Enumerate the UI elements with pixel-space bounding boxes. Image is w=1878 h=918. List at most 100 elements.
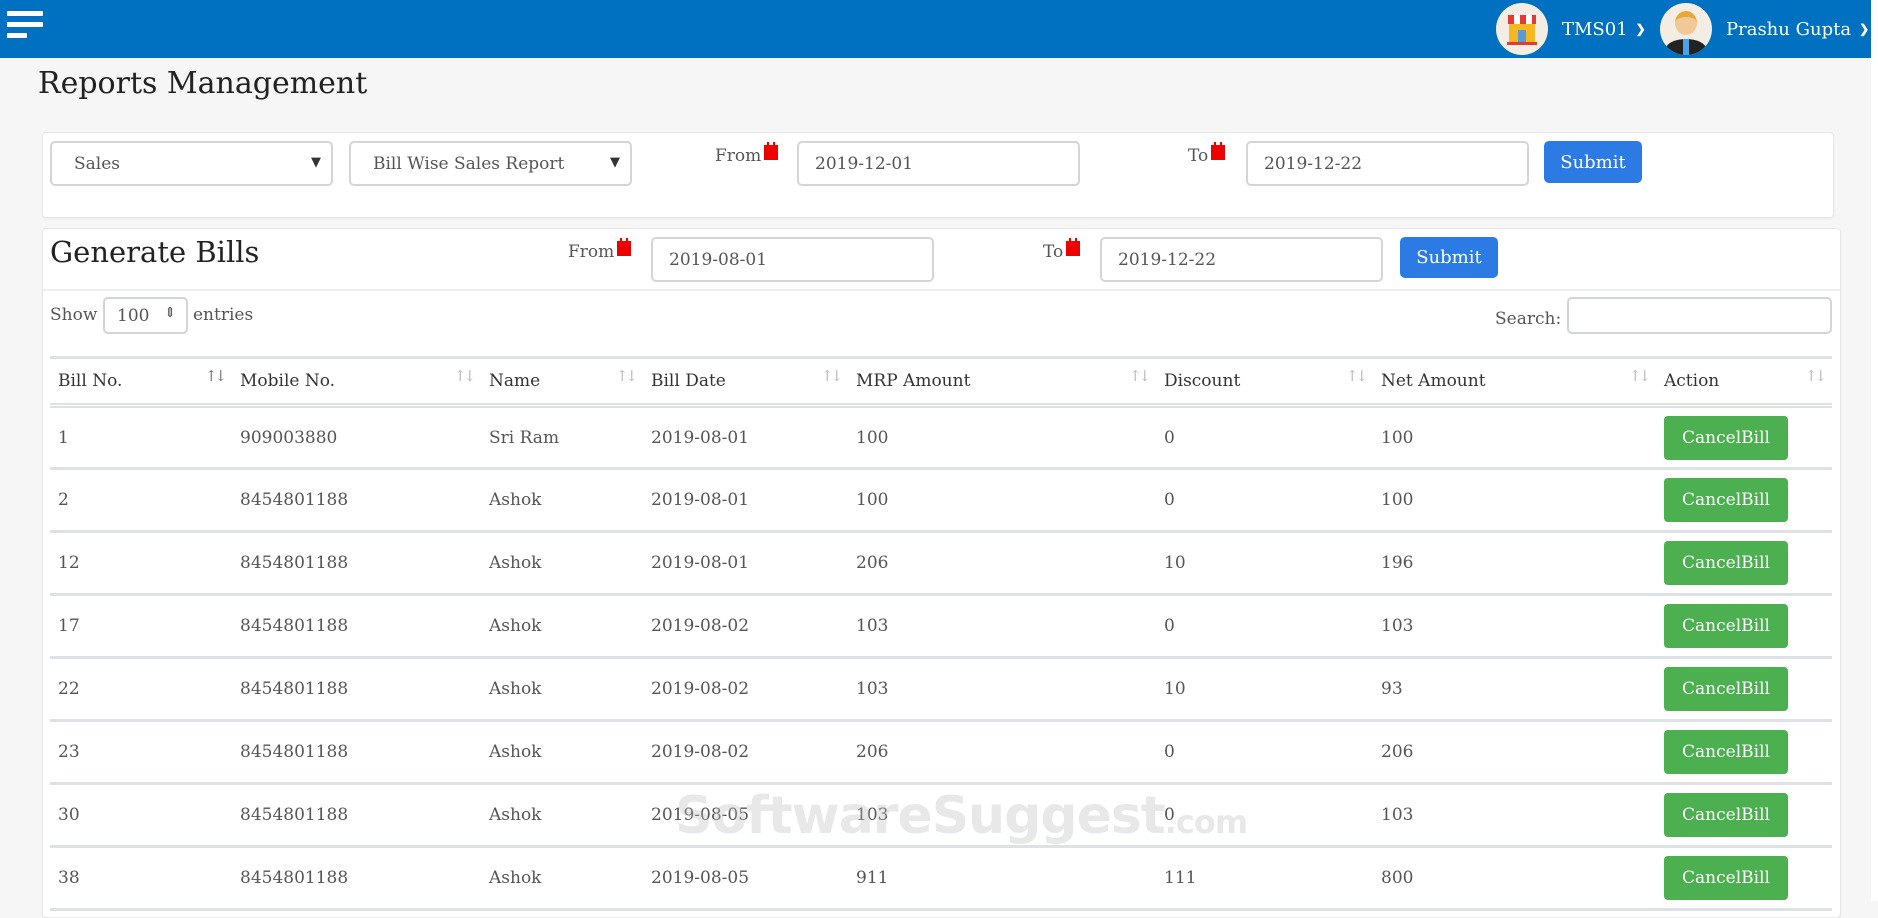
user-dropdown[interactable]: Prashu Gupta ❯ xyxy=(1660,3,1870,55)
action-cell: CancelBill xyxy=(1656,720,1832,785)
cancel-bill-button[interactable]: CancelBill xyxy=(1664,856,1788,900)
entries-select[interactable]: 100 ⇕ xyxy=(103,297,188,334)
dropdown-arrow-icon: ▼ xyxy=(311,155,321,170)
table-cell: 206 xyxy=(848,720,1156,785)
table-cell: 206 xyxy=(1373,720,1656,785)
action-cell: CancelBill xyxy=(1656,783,1832,848)
table-cell: 2019-08-05 xyxy=(643,783,848,848)
table-cell: 1 xyxy=(50,405,232,470)
table-row: 23 8454801188 Ashok 2019-08-02 206 0 206 Cancel… xyxy=(50,720,1832,785)
store-dropdown[interactable]: TMS01 ❯ xyxy=(1496,3,1646,55)
from-date-input[interactable]: 2019-12-01 xyxy=(797,141,1080,186)
generate-bills-card: Generate Bills From 2019-08-01 To 2019-1… xyxy=(42,228,1841,918)
calendar-icon xyxy=(1066,238,1081,256)
sort-icon[interactable]: ↑↓ xyxy=(205,367,227,385)
sort-icon[interactable]: ↑↓ xyxy=(1805,367,1827,385)
table-cell: 2019-08-05 xyxy=(643,846,848,911)
table-cell: 30 xyxy=(50,783,232,848)
store-name: TMS01 xyxy=(1562,18,1628,40)
action-cell: CancelBill xyxy=(1656,657,1832,722)
bills-submit-button[interactable]: Submit xyxy=(1400,237,1498,278)
table-cell: 8454801188 xyxy=(232,720,481,785)
show-label: Show xyxy=(50,305,98,325)
table-cell: 103 xyxy=(848,594,1156,659)
table-cell: 103 xyxy=(848,783,1156,848)
category-select[interactable]: Sales ▼ xyxy=(50,141,333,186)
column-header-label: Bill Date xyxy=(651,371,726,391)
table-cell: 2019-08-01 xyxy=(643,468,848,533)
table-row: 1 909003880 Sri Ram 2019-08-01 100 0 100 Cancel… xyxy=(50,405,1832,470)
sort-icon[interactable]: ↑↓ xyxy=(821,367,843,385)
table-cell: 206 xyxy=(848,531,1156,596)
cancel-bill-button[interactable]: CancelBill xyxy=(1664,604,1788,648)
column-header[interactable]: Name ↑↓ xyxy=(481,356,643,408)
column-header[interactable]: MRP Amount ↑↓ xyxy=(848,356,1156,408)
category-value: Sales xyxy=(74,154,121,174)
cancel-bill-button[interactable]: CancelBill xyxy=(1664,478,1788,522)
sort-icon[interactable]: ↑↓ xyxy=(1629,367,1651,385)
page-title: Reports Management xyxy=(38,66,368,101)
table-cell: Sri Ram xyxy=(481,405,643,470)
table-cell: 22 xyxy=(50,657,232,722)
table-cell: Ashok xyxy=(481,783,643,848)
table-cell: 8454801188 xyxy=(232,468,481,533)
bills-from-date-input[interactable]: 2019-08-01 xyxy=(651,237,934,282)
column-header[interactable]: Bill No. ↑↓ xyxy=(50,356,232,408)
bills-to-date-input[interactable]: 2019-12-22 xyxy=(1100,237,1383,282)
column-header[interactable]: Bill Date ↑↓ xyxy=(643,356,848,408)
column-header-label: MRP Amount xyxy=(856,371,971,391)
action-cell: CancelBill xyxy=(1656,594,1832,659)
submit-button[interactable]: Submit xyxy=(1544,141,1642,183)
column-header-label: Net Amount xyxy=(1381,371,1486,391)
action-cell: CancelBill xyxy=(1656,405,1832,470)
table-row: 30 8454801188 Ashok 2019-08-05 103 0 103 Cancel… xyxy=(50,783,1832,848)
table-cell: 0 xyxy=(1156,405,1373,470)
table-cell: 10 xyxy=(1156,657,1373,722)
column-header[interactable]: Mobile No. ↑↓ xyxy=(232,356,481,408)
search-label: Search: xyxy=(1495,309,1562,329)
updown-arrow-icon: ⇕ xyxy=(164,305,176,321)
report-type-value: Bill Wise Sales Report xyxy=(373,154,565,174)
table-row: 12 8454801188 Ashok 2019-08-01 206 10 196 Cance… xyxy=(50,531,1832,596)
table-cell: 12 xyxy=(50,531,232,596)
cancel-bill-button[interactable]: CancelBill xyxy=(1664,793,1788,837)
sort-icon[interactable]: ↑↓ xyxy=(454,367,476,385)
table-cell: Ashok xyxy=(481,657,643,722)
column-header[interactable]: Action ↑↓ xyxy=(1656,356,1832,408)
page-edge xyxy=(1871,0,1878,901)
table-cell: Ashok xyxy=(481,531,643,596)
table-cell: 100 xyxy=(1373,405,1656,470)
column-header-label: Action xyxy=(1664,371,1720,391)
sort-icon[interactable]: ↑↓ xyxy=(616,367,638,385)
table-cell: 0 xyxy=(1156,468,1373,533)
to-label: To xyxy=(1188,142,1226,166)
table-cell: Ashok xyxy=(481,594,643,659)
divider xyxy=(43,289,1840,291)
to-label: To xyxy=(1043,238,1081,262)
table-cell: 93 xyxy=(1373,657,1656,722)
cancel-bill-button[interactable]: CancelBill xyxy=(1664,541,1788,585)
to-date-input[interactable]: 2019-12-22 xyxy=(1246,141,1529,186)
report-type-select[interactable]: Bill Wise Sales Report ▼ xyxy=(349,141,632,186)
calendar-icon xyxy=(617,238,632,256)
table-cell: 2019-08-02 xyxy=(643,594,848,659)
cancel-bill-button[interactable]: CancelBill xyxy=(1664,667,1788,711)
table-cell: 2 xyxy=(50,468,232,533)
bills-table: Bill No. ↑↓ Mobile No. ↑↓ Name ↑↓ Bill Date ↑↓ M… xyxy=(50,356,1832,911)
table-cell: 8454801188 xyxy=(232,657,481,722)
table-row: 22 8454801188 Ashok 2019-08-02 103 10 93 Cancel… xyxy=(50,657,1832,722)
table-cell: 103 xyxy=(1373,594,1656,659)
table-cell: 2019-08-01 xyxy=(643,405,848,470)
cancel-bill-button[interactable]: CancelBill xyxy=(1664,415,1788,460)
column-header[interactable]: Net Amount ↑↓ xyxy=(1373,356,1656,408)
sort-icon[interactable]: ↑↓ xyxy=(1346,367,1368,385)
menu-icon[interactable] xyxy=(7,11,43,43)
from-label: From xyxy=(715,142,779,166)
column-header-label: Bill No. xyxy=(58,371,123,391)
search-input[interactable] xyxy=(1567,297,1832,334)
column-header[interactable]: Discount ↑↓ xyxy=(1156,356,1373,408)
sort-icon[interactable]: ↑↓ xyxy=(1129,367,1151,385)
cancel-bill-button[interactable]: CancelBill xyxy=(1664,730,1788,774)
chevron-down-icon: ❯ xyxy=(1859,22,1870,36)
action-cell: CancelBill xyxy=(1656,468,1832,533)
